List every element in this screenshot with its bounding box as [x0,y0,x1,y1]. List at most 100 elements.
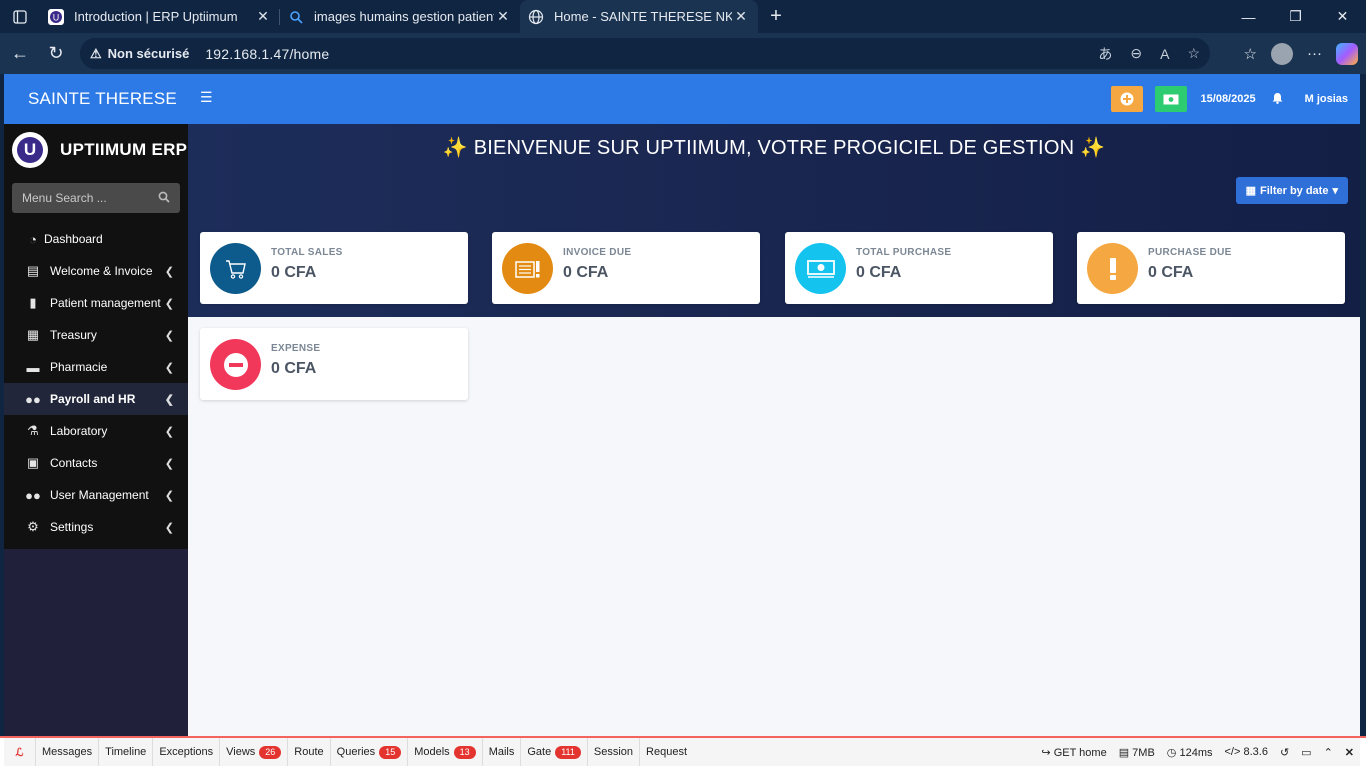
debug-tab-session[interactable]: Session [588,738,641,766]
translate-icon[interactable]: あ [1098,44,1112,64]
users-icon: ●● [25,391,41,407]
uptiimum-favicon-icon: U [48,8,64,25]
window-edge-right [1360,74,1366,736]
profile-avatar[interactable] [1271,42,1293,65]
code-icon: </> [1224,746,1241,758]
close-tab-icon[interactable]: ✕ [494,8,512,25]
sidebar-item-welcome-invoice[interactable]: ▤ Welcome & Invoice ❮ [4,255,188,287]
copilot-icon[interactable] [1336,42,1358,65]
php-value: 8.3.6 [1243,746,1268,758]
chevron-left-icon: ❮ [164,265,174,278]
caret-down-icon: ▾ [1332,185,1338,197]
minimize-icon[interactable]: — [1225,0,1272,33]
debug-tab-timeline[interactable]: Timeline [99,738,154,766]
debug-route[interactable]: ↪ GET home [1041,746,1106,759]
sidebar-item-label: User Management [50,488,149,502]
chevron-left-icon: ❮ [164,329,174,342]
user-menu[interactable]: M josias [1305,93,1348,105]
chevron-up-icon[interactable]: ⌃ [1324,746,1333,759]
debug-tab-label: Gate [527,746,552,758]
chevron-left-icon: ❮ [164,489,174,502]
url-bar[interactable]: ⚠ Non sécurisé 192.168.1.47/home あ ⊖ A ☆ [80,38,1210,69]
sidebar-item-user-management[interactable]: ●● User Management ❮ [4,479,188,511]
add-button[interactable] [1110,86,1143,112]
search-icon [288,9,304,25]
sidebar-item-settings[interactable]: ⚙ Settings ❮ [4,511,188,543]
clock-icon: ◷ [1166,746,1177,759]
security-warning[interactable]: ⚠ Non sécurisé [90,46,189,62]
navbar-right: 15/08/2025 M josias [1110,74,1348,124]
debug-tab-mails[interactable]: Mails [483,738,522,766]
back-icon[interactable]: ← [2,36,38,72]
read-aloud-icon[interactable]: A [1160,46,1169,62]
tab-title: images humains gestion patients [314,9,494,24]
filter-label: Filter by date [1260,184,1329,197]
debug-tab-label: Request [646,746,688,758]
restore-icon[interactable]: ❐ [1272,0,1319,33]
more-icon[interactable]: ··· [1307,45,1322,62]
url-text: 192.168.1.47/home [205,45,330,62]
sidebar-item-label: Pharmacie [50,360,108,374]
zoom-icon[interactable]: ⊖ [1130,45,1142,62]
browser-tab-2[interactable]: images humains gestion patients ✕ [280,0,520,33]
close-tab-icon[interactable]: ✕ [254,8,272,25]
filter-by-date-button[interactable]: ▦ Filter by date ▾ [1235,177,1348,204]
search-icon[interactable] [158,191,170,206]
debug-tab-queries[interactable]: Queries 15 [331,738,409,766]
stat-value: 0 CFA [271,264,317,281]
security-label: Non sécurisé [107,46,190,61]
sidebar-item-dashboard[interactable]: ◔ Dashboard [4,223,188,255]
close-window-icon[interactable]: ✕ [1319,0,1366,33]
folder-icon[interactable]: ▭ [1301,746,1311,759]
chevron-left-icon: ❮ [164,425,174,438]
debug-tab-gate[interactable]: Gate 111 [521,738,588,766]
debug-tab-exceptions[interactable]: Exceptions [153,738,221,766]
sidebar-item-payroll-hr[interactable]: ●● Payroll and HR ❮ [4,383,188,415]
debug-tab-views[interactable]: Views 26 [220,738,289,766]
sidebar-menu: U UPTIIMUM ERP Menu Search ... ◔ Dashboa… [4,124,188,549]
sidebar-item-patient-management[interactable]: ▮ Patient management ❮ [4,287,188,319]
users-cog-icon: ●● [25,487,41,503]
debug-bar-stats: ↪ GET home ▤ 7MB ◷ 124ms </> 8.3.6 ↺ ▭ ⌃… [1041,738,1354,766]
debug-tab-models[interactable]: Models 13 [408,738,483,766]
dashboard-header: ✨ BIENVENUE SUR UPTIIMUM, VOTRE PROGICIE… [188,124,1360,317]
stat-label: TOTAL SALES [271,247,343,258]
laravel-logo-icon[interactable]: ℒ [4,738,36,766]
uptiimum-logo-icon: U [12,132,48,168]
menu-search-input[interactable]: Menu Search ... [12,183,180,213]
favorites-icon[interactable]: ☆ [1244,45,1257,63]
favorite-star-icon[interactable]: ☆ [1187,45,1200,62]
browser-tab-1[interactable]: U Introduction | ERP Uptiimum ✕ [40,0,280,33]
browser-tab-3[interactable]: Home - SAINTE THERESE NKOLFO ✕ [520,0,758,33]
count-badge: 15 [379,745,402,759]
sidebar-item-laboratory[interactable]: ⚗ Laboratory ❮ [4,415,188,447]
debug-tab-label: Route [294,746,324,758]
time-value: 124ms [1179,746,1213,759]
count-badge: 111 [555,745,581,759]
history-icon[interactable]: ↺ [1280,746,1289,759]
top-navbar: ☰ 15/08/2025 M josias [188,74,1360,124]
sidebar-item-contacts[interactable]: ▣ Contacts ❮ [4,447,188,479]
close-debugbar-icon[interactable]: ✕ [1345,746,1354,759]
debug-php-version: </> 8.3.6 [1225,746,1268,758]
new-tab-button[interactable]: + [758,5,794,28]
tab-actions-icon[interactable] [0,0,40,33]
debug-tab-messages[interactable]: Messages [36,738,100,766]
building-icon: ▦ [26,327,40,342]
sidebar-item-pharmacie[interactable]: ▬ Pharmacie ❮ [4,351,188,383]
menu-toggle-icon[interactable]: ☰ [200,89,213,106]
debug-time: ◷ 124ms [1167,746,1213,759]
brand-title[interactable]: SAINTE THERESE [4,74,188,124]
debug-tab-request[interactable]: Request [640,738,693,766]
bell-icon[interactable] [1272,92,1283,107]
cash-register-button[interactable] [1154,86,1187,112]
sidebar-item-treasury[interactable]: ▦ Treasury ❮ [4,319,188,351]
file-icon: ▮ [29,295,37,310]
debug-tab-label: Views [226,746,256,758]
reload-icon[interactable]: ↻ [38,36,74,72]
stat-value: 0 CFA [1148,264,1194,281]
browser-tab-strip: U Introduction | ERP Uptiimum ✕ images h… [0,0,1366,33]
debug-tab-route[interactable]: Route [288,738,331,766]
money-icon [795,243,846,294]
close-tab-icon[interactable]: ✕ [732,8,750,25]
